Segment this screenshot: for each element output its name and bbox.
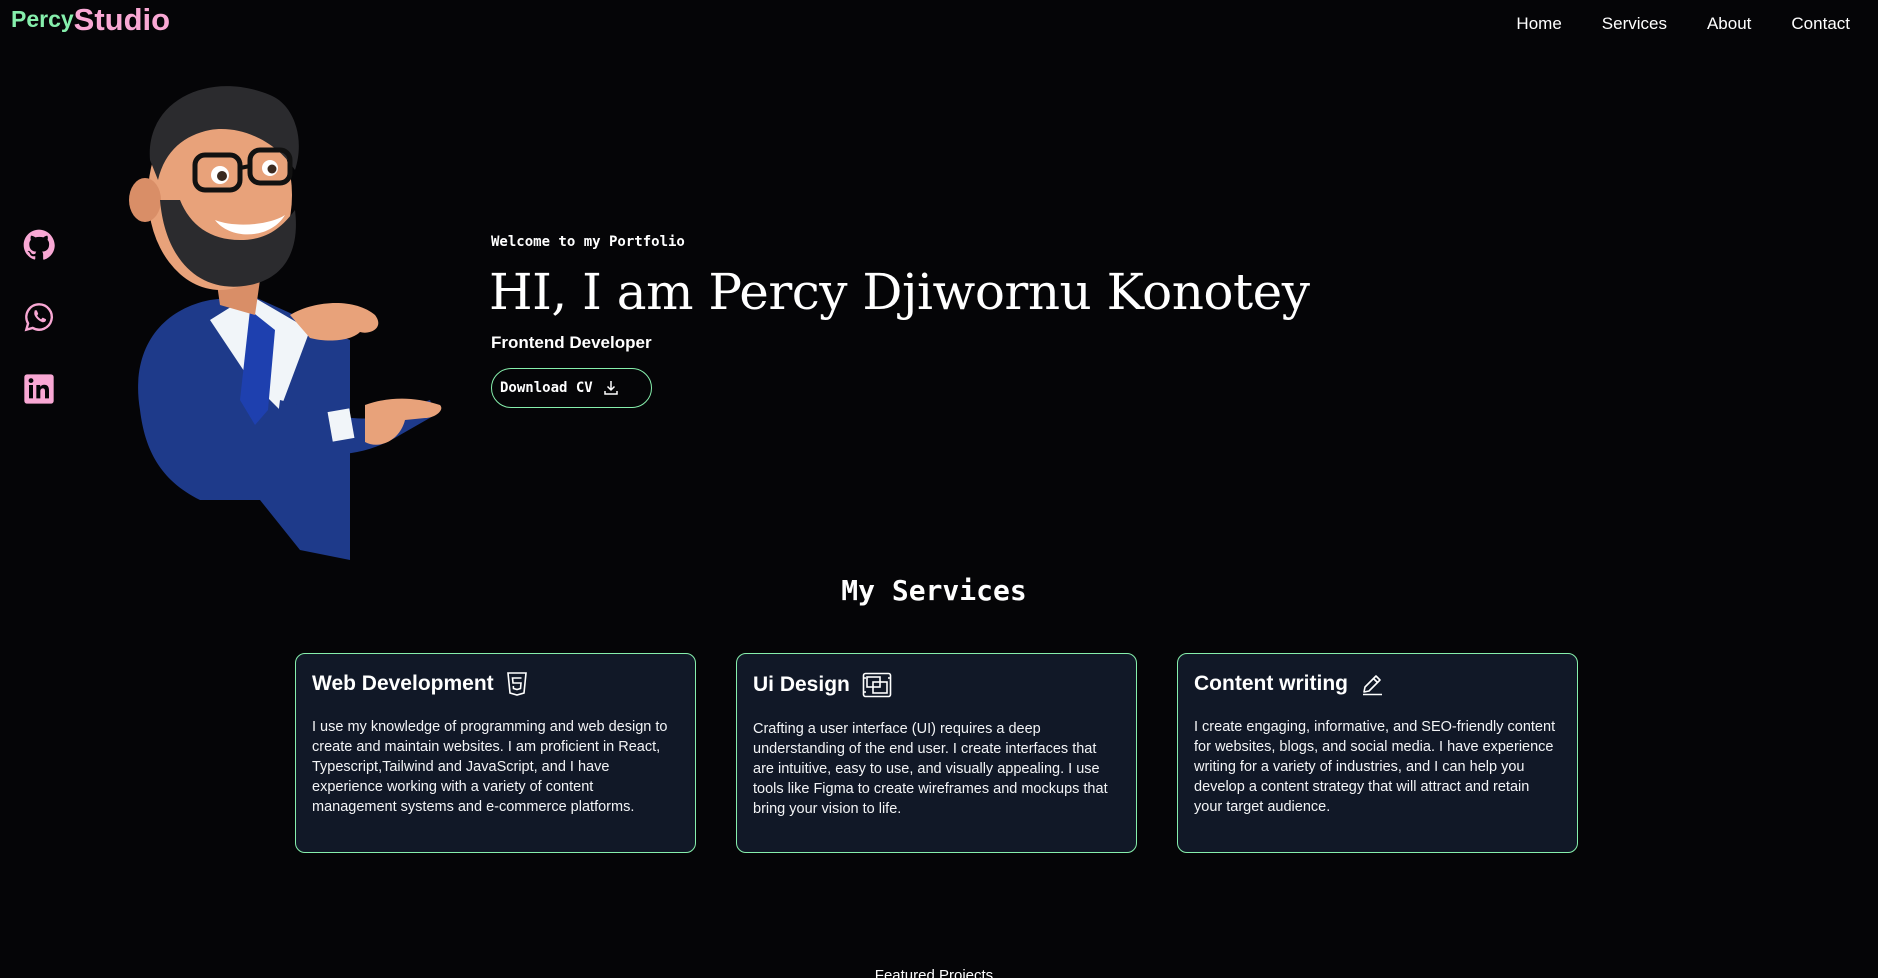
service-card-title: Content writing — [1194, 672, 1348, 695]
logo-part-studio: Studio — [73, 2, 171, 37]
download-cv-label: Download CV — [500, 380, 593, 396]
download-cv-button[interactable]: Download CV — [491, 368, 652, 408]
html5-icon — [506, 672, 527, 696]
pencil-icon — [1362, 675, 1382, 696]
linkedin-icon[interactable] — [23, 373, 55, 405]
service-card-title: Ui Design — [753, 673, 850, 696]
service-card-ui-design: Ui Design Crafting a user interface (UI)… — [736, 653, 1137, 853]
service-card-description: Crafting a user interface (UI) requires … — [753, 721, 1108, 817]
github-icon[interactable] — [23, 229, 55, 261]
service-card-title: Web Development — [312, 672, 494, 695]
service-card-content-writing: Content writing I create engaging, infor… — [1177, 653, 1578, 853]
services-heading: My Services — [841, 574, 1027, 607]
logo-part-percy: Percy — [11, 6, 74, 32]
page: Percy Studio Home Services About Contact — [0, 0, 1878, 978]
cartoon-character-illustration — [129, 86, 442, 560]
role-subtitle: Frontend Developer — [491, 333, 652, 352]
nav-about-link[interactable]: About — [1707, 14, 1751, 34]
social-links — [23, 229, 55, 405]
nav-contact-link[interactable]: Contact — [1791, 14, 1850, 34]
service-card-description: I use my knowledge of programming and we… — [312, 719, 668, 815]
hero-section: Welcome to my Portfolio HI, I am Percy D… — [489, 234, 1310, 408]
download-icon — [603, 381, 618, 395]
welcome-text: Welcome to my Portfolio — [491, 234, 685, 250]
logo[interactable]: Percy Studio — [11, 2, 170, 38]
featured-projects-heading: Featured Projects — [874, 967, 994, 978]
nav-services-link[interactable]: Services — [1602, 14, 1667, 34]
hero-headline: HI, I am Percy Djiwornu Konotey — [489, 263, 1310, 321]
ui-design-icon — [862, 672, 892, 698]
services-cards: Web Development I use my knowledge of pr… — [295, 653, 1578, 853]
service-card-description: I create engaging, informative, and SEO-… — [1194, 719, 1556, 815]
nav-home-link[interactable]: Home — [1516, 14, 1561, 34]
whatsapp-icon[interactable] — [23, 301, 55, 333]
main-nav: Home Services About Contact — [1516, 14, 1850, 34]
service-card-web-development: Web Development I use my knowledge of pr… — [295, 653, 696, 853]
